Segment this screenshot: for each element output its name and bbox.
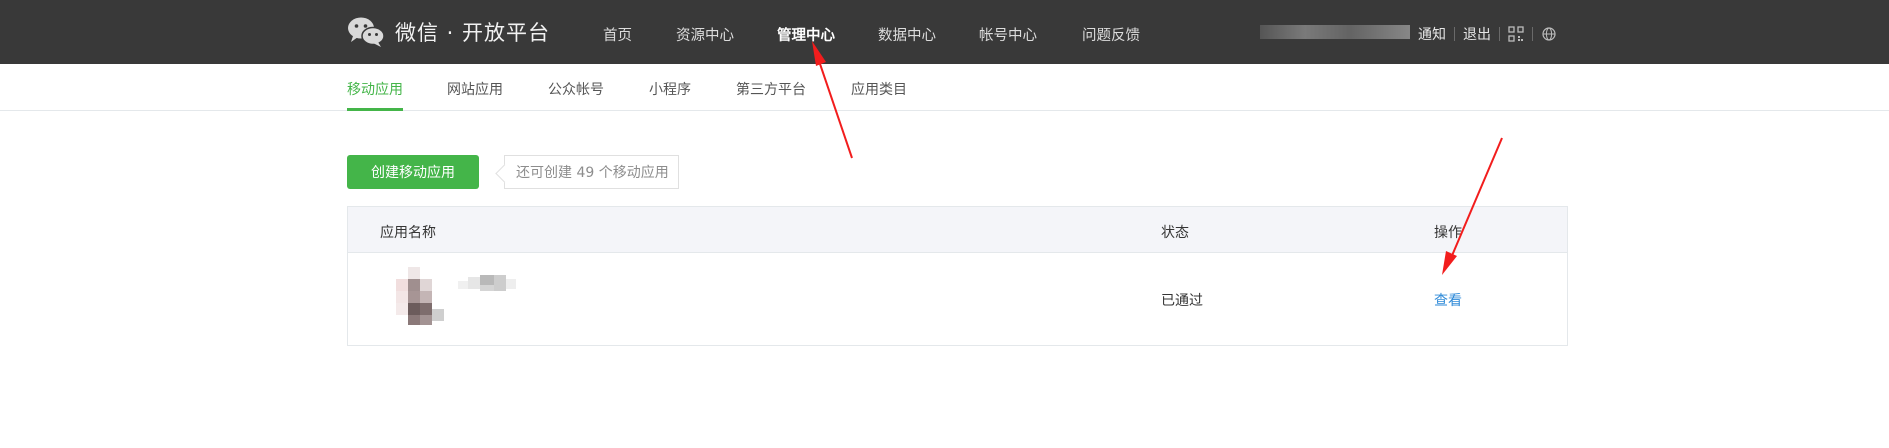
divider [1532, 27, 1533, 41]
brand-logo[interactable]: 微信 · 开放平台 [347, 14, 550, 50]
app-status: 已通过 [1161, 293, 1203, 309]
view-app-link[interactable]: 查看 [1434, 290, 1462, 310]
app-name-redacted [458, 275, 516, 291]
tab-app-categories[interactable]: 应用类目 [851, 79, 907, 99]
logout-link[interactable]: 退出 [1463, 24, 1491, 44]
tab-third-party-platform[interactable]: 第三方平台 [736, 79, 806, 99]
top-navigation-bar: 微信 · 开放平台 首页 资源中心 管理中心 数据中心 帐号中心 问题反馈 通知… [0, 0, 1889, 64]
active-tab-indicator [347, 108, 403, 111]
globe-icon[interactable] [1541, 26, 1557, 42]
tab-website-apps[interactable]: 网站应用 [447, 79, 503, 99]
brand-name: 微信 · 开放平台 [395, 21, 551, 45]
column-header-actions: 操作 [1434, 225, 1462, 241]
tab-official-accounts[interactable]: 公众帐号 [548, 79, 604, 99]
top-links: 通知 退出 [1418, 24, 1557, 44]
divider [1499, 27, 1500, 41]
create-mobile-app-button[interactable]: 创建移动应用 [347, 155, 479, 189]
column-header-status: 状态 [1161, 225, 1189, 241]
column-header-app-name: 应用名称 [380, 225, 436, 241]
app-icon-redacted [396, 267, 444, 325]
divider [1454, 27, 1455, 41]
table-header: 应用名称 状态 操作 [348, 207, 1567, 253]
notify-link[interactable]: 通知 [1418, 24, 1446, 44]
nav-management-center[interactable]: 管理中心 [777, 24, 835, 45]
qr-code-icon[interactable] [1508, 26, 1524, 42]
nav-feedback[interactable]: 问题反馈 [1082, 24, 1140, 45]
account-name-redacted[interactable] [1260, 25, 1410, 39]
tab-mini-programs[interactable]: 小程序 [649, 79, 691, 99]
nav-account-center[interactable]: 帐号中心 [979, 24, 1037, 45]
table-row: 已通过 查看 [348, 253, 1567, 346]
sub-navigation: 移动应用 网站应用 公众帐号 小程序 第三方平台 应用类目 [0, 64, 1889, 111]
remaining-quota-tip: 还可创建 49 个移动应用 [504, 155, 679, 189]
tab-mobile-apps[interactable]: 移动应用 [347, 79, 403, 99]
wechat-logo-icon [348, 17, 385, 47]
app-table: 应用名称 状态 操作 已通过 查看 [347, 206, 1568, 346]
nav-resource-center[interactable]: 资源中心 [676, 24, 734, 45]
nav-data-center[interactable]: 数据中心 [878, 24, 936, 45]
nav-home[interactable]: 首页 [603, 24, 632, 45]
